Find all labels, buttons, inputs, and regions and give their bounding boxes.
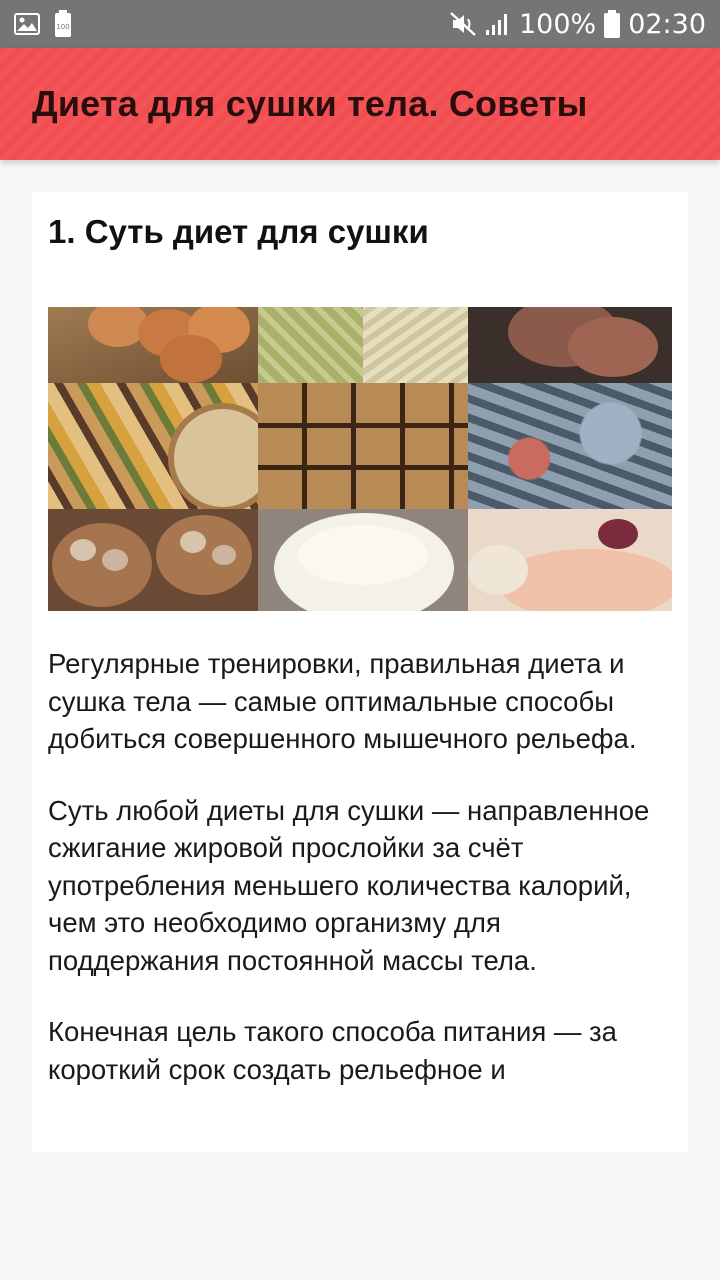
svg-text:100: 100 — [56, 23, 69, 31]
status-bar: 100 100% 02:30 — [0, 0, 720, 48]
section-title: 1. Суть диет для сушки — [48, 213, 429, 250]
mute-icon — [449, 11, 477, 37]
fish-tile — [468, 383, 672, 509]
food-collage-image — [48, 307, 672, 611]
signal-icon — [485, 12, 511, 36]
battery-icon — [604, 10, 621, 38]
eggs-tile — [48, 307, 258, 383]
paragraph-2: Суть любой диеты для сушки — направленно… — [48, 794, 650, 976]
battery-saver-icon: 100 — [54, 10, 72, 38]
meat-tile — [468, 307, 672, 383]
image-icon — [14, 13, 40, 35]
article-text: Регулярные тренировки, правильная диета … — [48, 645, 672, 1088]
cottage-cheese-tile — [258, 509, 468, 611]
nuts-tile — [258, 383, 468, 509]
seeds-tile — [258, 307, 468, 383]
app-title: Диета для сушки тела. Советы — [32, 83, 588, 124]
legumes-tile — [48, 383, 258, 509]
clock: 02:30 — [628, 8, 706, 40]
paragraph-3: Конечная цель такого способа питания — з… — [48, 1016, 617, 1085]
article-card[interactable]: 1. Суть диет для сушки Регулярные тренир… — [32, 192, 688, 1152]
chicken-tile — [468, 509, 672, 611]
battery-percent: 100% — [518, 8, 597, 40]
app-bar: Диета для сушки тела. Советы — [0, 48, 720, 160]
paragraph-1: Регулярные тренировки, правильная диета … — [48, 648, 637, 754]
mushrooms-tile — [48, 509, 258, 611]
